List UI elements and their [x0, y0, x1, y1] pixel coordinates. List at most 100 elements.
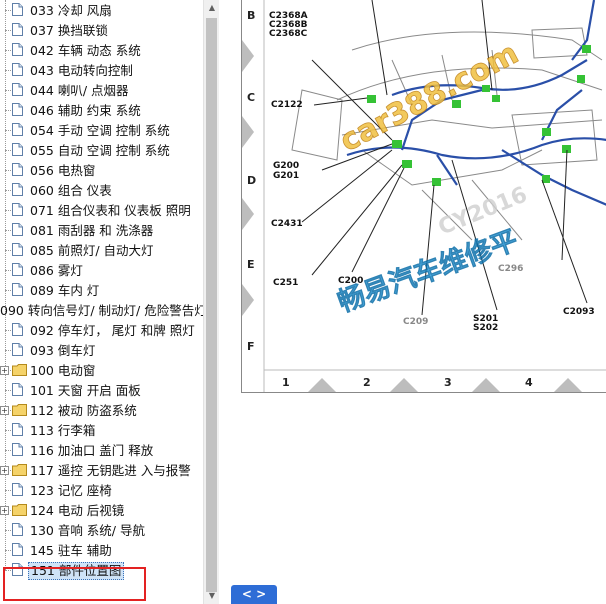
tree-item[interactable]: 046 辅助 约束 系统: [0, 100, 143, 120]
scroll-up-arrow-icon[interactable]: ▲: [204, 0, 220, 16]
tree-item-label: 092 停车灯， 尾灯 和牌 照灯: [30, 322, 195, 338]
tree-item[interactable]: 086 雾灯: [0, 260, 85, 280]
tree-item[interactable]: 130 音响 系统/ 导航: [0, 520, 147, 540]
folder-icon: [12, 464, 27, 476]
tree-item-label: 089 车内 灯: [30, 282, 100, 298]
connector-label-c200: C200: [338, 276, 364, 286]
tree-item-label: 117 遥控 无钥匙进 入与报警: [30, 462, 191, 478]
tree-item-label: 046 辅助 约束 系统: [30, 102, 141, 118]
tree-item-label: 037 换挡联锁: [30, 22, 108, 38]
tree-item[interactable]: +117 遥控 无钥匙进 入与报警: [0, 460, 193, 480]
document-icon: [12, 523, 23, 536]
tree-item-label: 145 驻车 辅助: [30, 542, 112, 558]
document-icon: [12, 243, 23, 256]
tree-item[interactable]: 055 自动 空调 控制 系统: [0, 140, 172, 160]
column-label-2: 2: [363, 376, 371, 389]
page-nav-button[interactable]: < >: [231, 585, 277, 604]
zone-label-c: C: [247, 91, 256, 104]
tree-item[interactable]: 071 组合仪表和 仪表板 照明: [0, 200, 193, 220]
document-icon: [12, 543, 23, 556]
column-label-3: 3: [444, 376, 452, 389]
document-icon: [12, 423, 23, 436]
tree-item[interactable]: 123 记忆 座椅: [0, 480, 114, 500]
dashboard-wiring-drawing: car388.com 畅易汽车维修平 CY2016: [242, 0, 606, 392]
connector-label-c296: C296: [498, 264, 524, 274]
column-label-4: 4: [525, 376, 533, 389]
tree-item-label: 044 喇叭/ 点烟器: [30, 82, 129, 98]
tree-item-label: 090 转向信号灯/ 制动灯/ 危险警告灯: [0, 302, 203, 318]
document-icon: [12, 83, 23, 96]
tree-item-label: 100 电动窗: [30, 362, 96, 378]
connector-label-c2122: C2122: [271, 100, 303, 110]
tree-item[interactable]: 089 车内 灯: [0, 280, 101, 300]
tree-item-label: 071 组合仪表和 仪表板 照明: [30, 202, 191, 218]
scroll-down-arrow-icon[interactable]: ▼: [204, 588, 220, 604]
document-icon: [12, 103, 23, 116]
connector-label-c2368c: C2368C: [269, 29, 308, 39]
tree-item[interactable]: +112 被动 防盗系统: [0, 400, 139, 420]
selection-highlight-box: [3, 567, 146, 601]
column-label-1: 1: [282, 376, 290, 389]
tree-item[interactable]: 060 组合 仪表: [0, 180, 114, 200]
document-icon: [12, 443, 23, 456]
scrollbar-thumb[interactable]: [206, 18, 217, 592]
tree-item[interactable]: 037 换挡联锁: [0, 20, 110, 40]
watermark-site: 畅易汽车维修平: [333, 224, 522, 319]
tree-item-label: 101 天窗 开启 面板: [30, 382, 141, 398]
tree-item-label: 060 组合 仪表: [30, 182, 112, 198]
document-icon: [12, 123, 23, 136]
tree-item[interactable]: 116 加油口 盖门 释放: [0, 440, 155, 460]
connector-label-s202: S202: [473, 323, 499, 333]
document-icon: [12, 163, 23, 176]
tree-item[interactable]: 056 电热窗: [0, 160, 97, 180]
tree-item-label: 112 被动 防盗系统: [30, 402, 137, 418]
document-icon: [12, 323, 23, 336]
tree-item[interactable]: 054 手动 空调 控制 系统: [0, 120, 172, 140]
tree-item-label: 113 行李箱: [30, 422, 96, 438]
tree-item[interactable]: 043 电动转向控制: [0, 60, 135, 80]
watermark-code: CY2016: [435, 182, 531, 240]
tree-item-label: 124 电动 后视镜: [30, 502, 125, 518]
connector-label-c209: C209: [403, 317, 429, 327]
tree-item[interactable]: 113 行李箱: [0, 420, 97, 440]
tree-item[interactable]: 092 停车灯， 尾灯 和牌 照灯: [0, 320, 197, 340]
zone-label-d: D: [247, 174, 257, 187]
tree-item-label: 043 电动转向控制: [30, 62, 133, 78]
tree-item[interactable]: 145 驻车 辅助: [0, 540, 114, 560]
expand-plus-icon[interactable]: +: [0, 406, 9, 415]
tree-item-label: 123 记忆 座椅: [30, 482, 112, 498]
document-icon: [12, 63, 23, 76]
zone-label-f: F: [247, 340, 255, 353]
tree-item-label: 086 雾灯: [30, 262, 83, 278]
expand-plus-icon[interactable]: +: [0, 366, 9, 375]
connector-label-g200: G200: [273, 161, 300, 171]
connector-label-c251: C251: [273, 278, 299, 288]
tree-item[interactable]: 085 前照灯/ 自动大灯: [0, 240, 156, 260]
folder-icon: [12, 404, 27, 416]
component-location-diagram: car388.com 畅易汽车维修平 CY2016 B C D E F 1 2 …: [241, 0, 606, 393]
tree-item[interactable]: 093 倒车灯: [0, 340, 97, 360]
tree-item[interactable]: 101 天窗 开启 面板: [0, 380, 143, 400]
document-icon: [12, 263, 23, 276]
tree-item[interactable]: 033 冷却 风扇: [0, 0, 114, 20]
expand-plus-icon[interactable]: +: [0, 506, 9, 515]
expand-plus-icon[interactable]: +: [0, 466, 9, 475]
document-icon: [12, 343, 23, 356]
tree-item-label: 116 加油口 盖门 释放: [30, 442, 154, 458]
tree-item[interactable]: 044 喇叭/ 点烟器: [0, 80, 131, 100]
document-icon: [12, 23, 23, 36]
connector-label-c2093: C2093: [563, 307, 595, 317]
tree-scrollbar[interactable]: ▲ ▼: [203, 0, 220, 604]
document-icon: [12, 203, 23, 216]
folder-icon: [12, 504, 27, 516]
tree-item[interactable]: 081 雨刮器 和 洗涤器: [0, 220, 155, 240]
zone-label-e: E: [247, 258, 255, 271]
tree-item[interactable]: 090 转向信号灯/ 制动灯/ 危险警告灯: [0, 300, 203, 320]
document-icon: [12, 223, 23, 236]
tree-item[interactable]: +100 电动窗: [0, 360, 97, 380]
tree-item[interactable]: +124 电动 后视镜: [0, 500, 126, 520]
tree-item[interactable]: 042 车辆 动态 系统: [0, 40, 143, 60]
tree-item-label: 081 雨刮器 和 洗涤器: [30, 222, 154, 238]
tree-item-label: 042 车辆 动态 系统: [30, 42, 141, 58]
folder-icon: [12, 364, 27, 376]
